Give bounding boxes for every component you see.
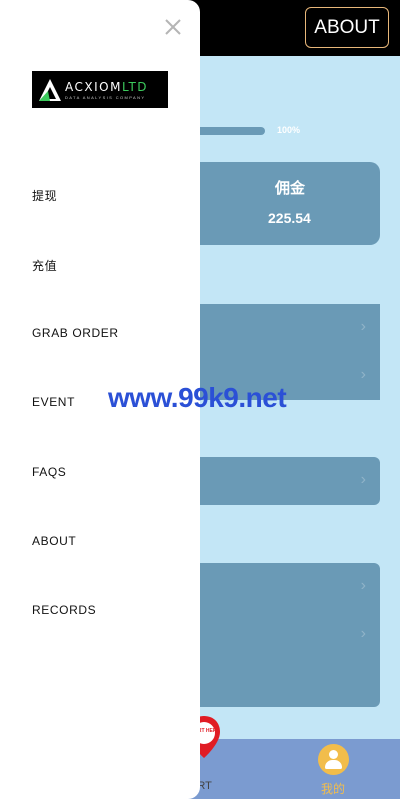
chevron-right-icon[interactable]: › [361,577,366,595]
menu-item-recharge[interactable]: 充值 [32,257,57,274]
logo-tagline: DATA ANALYSIS COMPANY [65,94,146,100]
commission-label: 佣金 [275,180,306,197]
menu-item-records[interactable]: RECORDS [32,603,96,617]
logo-name-main: ACXIOM [65,79,122,94]
progress-label: 100% [277,125,301,135]
chevron-right-icon[interactable]: › [361,366,366,384]
menu-item-about[interactable]: ABOUT [32,534,76,548]
chevron-right-icon[interactable]: › [361,318,366,336]
logo-name: ACXIOMLTD [65,80,148,94]
watermark-text: www.99k9.net [108,382,287,413]
menu-item-grab-order[interactable]: GRAB ORDER [32,326,119,340]
menu-item-faqs[interactable]: FAQS [32,465,66,479]
user-icon[interactable] [318,744,349,775]
menu-item-withdraw[interactable]: 提现 [32,187,57,204]
company-logo: ACXIOMLTD DATA ANALYSIS COMPANY [32,71,168,108]
close-icon[interactable] [162,16,184,38]
logo-mark-icon [39,78,61,101]
menu-item-event[interactable]: EVENT [32,395,75,409]
about-button[interactable]: ABOUT [305,7,389,48]
logo-name-suffix: LTD [121,79,149,94]
chevron-right-icon[interactable]: › [361,471,366,489]
mine-nav-label[interactable]: 我的 [321,780,345,797]
chevron-right-icon[interactable]: › [361,625,366,643]
commission-value: 225.54 [268,210,311,226]
